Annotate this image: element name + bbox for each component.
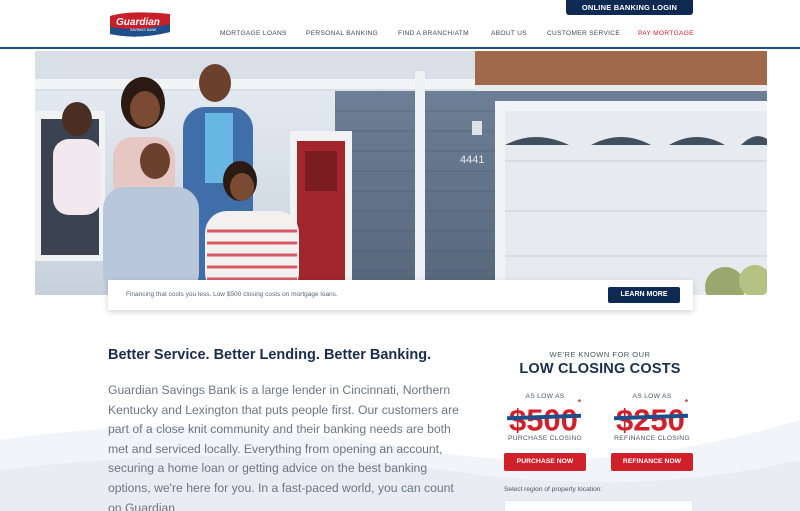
purchase-now-button[interactable]: PURCHASE NOW — [504, 453, 586, 471]
closing-title: LOW CLOSING COSTS — [519, 361, 681, 377]
purchase-price: $500* — [503, 398, 587, 436]
hero-image: 4441 — [35, 51, 767, 295]
region-select-label: Select region of property location: — [504, 486, 603, 493]
promo-banner: Financing that costs you less. Low $500 … — [108, 280, 693, 310]
closing-kicker: WE'RE KNOWN FOR OUR — [549, 350, 651, 359]
svg-text:SAVINGS BANK: SAVINGS BANK — [130, 28, 157, 32]
region-select[interactable] — [504, 500, 693, 511]
nav-about-us[interactable]: ABOUT US — [491, 30, 547, 37]
nav-pay-mortgage[interactable]: PAY MORTGAGE — [638, 30, 694, 37]
closing-costs-heading: WE'RE KNOWN FOR OUR LOW CLOSING COSTS — [500, 350, 700, 377]
refinance-as-low: AS LOW AS — [632, 393, 672, 400]
nav-mortgage-loans[interactable]: MORTGAGE LOANS — [220, 30, 306, 37]
purchase-offer: AS LOW AS $500* PURCHASE CLOSING — [503, 393, 587, 442]
purchase-as-low: AS LOW AS — [525, 393, 565, 400]
guardian-logo[interactable]: Guardian SAVINGS BANK — [108, 10, 172, 38]
main-nav: MORTGAGE LOANS PERSONAL BANKING FIND A B… — [220, 30, 694, 37]
online-banking-login-button[interactable]: ONLINE BANKING LOGIN — [566, 0, 693, 15]
svg-text:4441: 4441 — [460, 154, 484, 166]
nav-find-branch-atm[interactable]: FIND A BRANCH/ATM — [398, 30, 491, 37]
nav-customer-service[interactable]: CUSTOMER SERVICE — [547, 30, 638, 37]
refinance-price: $250* — [610, 398, 694, 436]
learn-more-button[interactable]: LEARN MORE — [608, 287, 680, 303]
site-header: Guardian SAVINGS BANK ONLINE BANKING LOG… — [0, 0, 800, 49]
refinance-offer: AS LOW AS $250* REFINANCE CLOSING — [610, 393, 694, 442]
refinance-now-button[interactable]: REFINANCE NOW — [611, 453, 693, 471]
intro-paragraph: Guardian Savings Bank is a large lender … — [108, 383, 459, 511]
refinance-asterisk: * — [684, 398, 689, 407]
promo-text: Financing that costs you less. Low $500 … — [126, 291, 338, 298]
nav-personal-banking[interactable]: PERSONAL BANKING — [306, 30, 398, 37]
svg-text:Guardian: Guardian — [116, 17, 160, 28]
purchase-asterisk: * — [577, 398, 582, 407]
page-title: Better Service. Better Lending. Better B… — [108, 347, 432, 363]
